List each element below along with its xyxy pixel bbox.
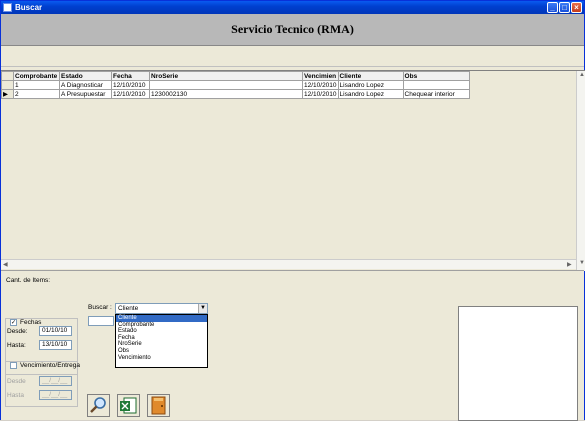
col-estado[interactable]: Estado bbox=[59, 71, 112, 81]
cell-obs[interactable] bbox=[402, 80, 470, 90]
toolbar-strip bbox=[1, 47, 584, 67]
filter-panel: Cant. de Items: ✓ Fechas Desde: 01/10/10… bbox=[1, 270, 584, 421]
excel-export-icon bbox=[120, 397, 137, 414]
row-selector[interactable] bbox=[1, 80, 14, 90]
item-count-label: Cant. de Items: bbox=[6, 277, 51, 284]
col-obs[interactable]: Obs bbox=[402, 71, 470, 81]
export-excel-button[interactable] bbox=[117, 394, 140, 417]
venc-desde-label: Desde bbox=[7, 378, 26, 385]
vencimiento-group: Vencimiento/Entrega Desde __/__/__ Hasta… bbox=[5, 361, 80, 407]
cell-estado[interactable]: A Diagnosticar bbox=[59, 80, 112, 90]
search-window: Buscar _ □ × Servicio Tecnico (RMA) Comp… bbox=[0, 0, 585, 421]
app-icon bbox=[3, 3, 12, 12]
cell-vencimiento[interactable]: 12/10/2010 bbox=[302, 89, 339, 99]
desde-date-field[interactable]: 01/10/10 bbox=[39, 326, 72, 336]
venc-desde-field[interactable]: __/__/__ bbox=[39, 376, 72, 386]
fechas-checkbox[interactable]: ✓ bbox=[10, 319, 17, 326]
minimize-button[interactable]: _ bbox=[547, 2, 558, 13]
magnifier-icon bbox=[90, 397, 106, 413]
search-field-options[interactable]: Cliente Comprobante Estado Fecha NroSeri… bbox=[115, 314, 208, 368]
cell-nroserie[interactable] bbox=[149, 80, 303, 90]
header-banner: Servicio Tecnico (RMA) bbox=[1, 14, 584, 46]
window-title: Buscar bbox=[15, 3, 43, 12]
col-fecha[interactable]: Fecha bbox=[111, 71, 150, 81]
scroll-up-arrow-icon[interactable]: ▲ bbox=[579, 72, 585, 78]
page-title: Servicio Tecnico (RMA) bbox=[231, 22, 354, 36]
option-nroserie[interactable]: NroSerie bbox=[116, 341, 207, 348]
vencimiento-checkbox[interactable] bbox=[10, 362, 17, 369]
grid-header-row: Comprobante Estado Fecha NroSerie Vencim… bbox=[1, 71, 470, 81]
cell-fecha[interactable]: 12/10/2010 bbox=[111, 80, 150, 90]
close-button[interactable]: × bbox=[571, 2, 582, 13]
scroll-down-arrow-icon[interactable]: ▼ bbox=[579, 260, 585, 266]
vencimiento-label: Vencimiento/Entrega bbox=[20, 362, 80, 369]
exit-button[interactable] bbox=[147, 394, 170, 417]
cell-comprobante[interactable]: 1 bbox=[13, 80, 60, 90]
cell-comprobante[interactable]: 2 bbox=[13, 89, 60, 99]
option-estado[interactable]: Estado bbox=[116, 328, 207, 335]
cell-estado[interactable]: A Presupuestar bbox=[59, 89, 112, 99]
horizontal-scrollbar[interactable]: ◀ ▶ bbox=[1, 259, 576, 269]
row-selector-current[interactable]: ▶ bbox=[1, 89, 14, 99]
cell-cliente[interactable]: Lisandro Lopez bbox=[337, 80, 404, 90]
search-input[interactable] bbox=[88, 316, 114, 326]
desde-label: Desde: bbox=[7, 328, 28, 335]
table-row[interactable]: 1 A Diagnosticar 12/10/2010 12/10/2010 L… bbox=[1, 80, 470, 90]
title-bar[interactable]: Buscar _ □ × bbox=[1, 1, 584, 14]
option-comprobante[interactable]: Comprobante bbox=[116, 322, 207, 329]
scroll-right-arrow-icon[interactable]: ▶ bbox=[567, 261, 572, 268]
col-comprobante[interactable]: Comprobante bbox=[13, 71, 60, 81]
results-grid[interactable]: Comprobante Estado Fecha NroSerie Vencim… bbox=[1, 70, 585, 271]
row-header-corner bbox=[1, 71, 14, 81]
option-cliente[interactable]: Cliente bbox=[116, 315, 207, 322]
hasta-date-field[interactable]: 13/10/10 bbox=[39, 340, 72, 350]
exit-door-icon bbox=[151, 396, 166, 415]
venc-hasta-field[interactable]: __/__/__ bbox=[39, 390, 72, 400]
option-vencimiento[interactable]: Vencimiento bbox=[116, 355, 207, 362]
option-obs[interactable]: Obs bbox=[116, 348, 207, 355]
preview-panel bbox=[458, 306, 578, 421]
table-row[interactable]: ▶ 2 A Presupuestar 12/10/2010 1230002130… bbox=[1, 89, 470, 99]
chevron-down-icon[interactable]: ▼ bbox=[198, 304, 207, 313]
search-field-select[interactable]: Cliente ▼ bbox=[115, 303, 208, 314]
select-value: Cliente bbox=[118, 305, 139, 312]
cell-vencimiento[interactable]: 12/10/2010 bbox=[302, 80, 339, 90]
search-button[interactable] bbox=[87, 394, 110, 417]
hasta-label: Hasta: bbox=[7, 342, 26, 349]
cell-nroserie[interactable]: 1230002130 bbox=[149, 89, 303, 99]
cell-cliente[interactable]: Lisandro Lopez bbox=[337, 89, 404, 99]
fechas-label: Fechas bbox=[20, 319, 42, 326]
col-vencimiento[interactable]: Vencimien bbox=[302, 71, 339, 81]
col-nroserie[interactable]: NroSerie bbox=[149, 71, 303, 81]
venc-hasta-label: Hasta bbox=[7, 392, 24, 399]
buscar-label: Buscar : bbox=[88, 304, 112, 311]
scroll-left-arrow-icon[interactable]: ◀ bbox=[3, 261, 8, 268]
cell-obs[interactable]: Chequear interior bbox=[402, 89, 470, 99]
vertical-scrollbar[interactable]: ▲ ▼ bbox=[576, 71, 585, 271]
maximize-button[interactable]: □ bbox=[559, 2, 570, 13]
cell-fecha[interactable]: 12/10/2010 bbox=[111, 89, 150, 99]
option-fecha[interactable]: Fecha bbox=[116, 335, 207, 342]
col-cliente[interactable]: Cliente bbox=[337, 71, 404, 81]
